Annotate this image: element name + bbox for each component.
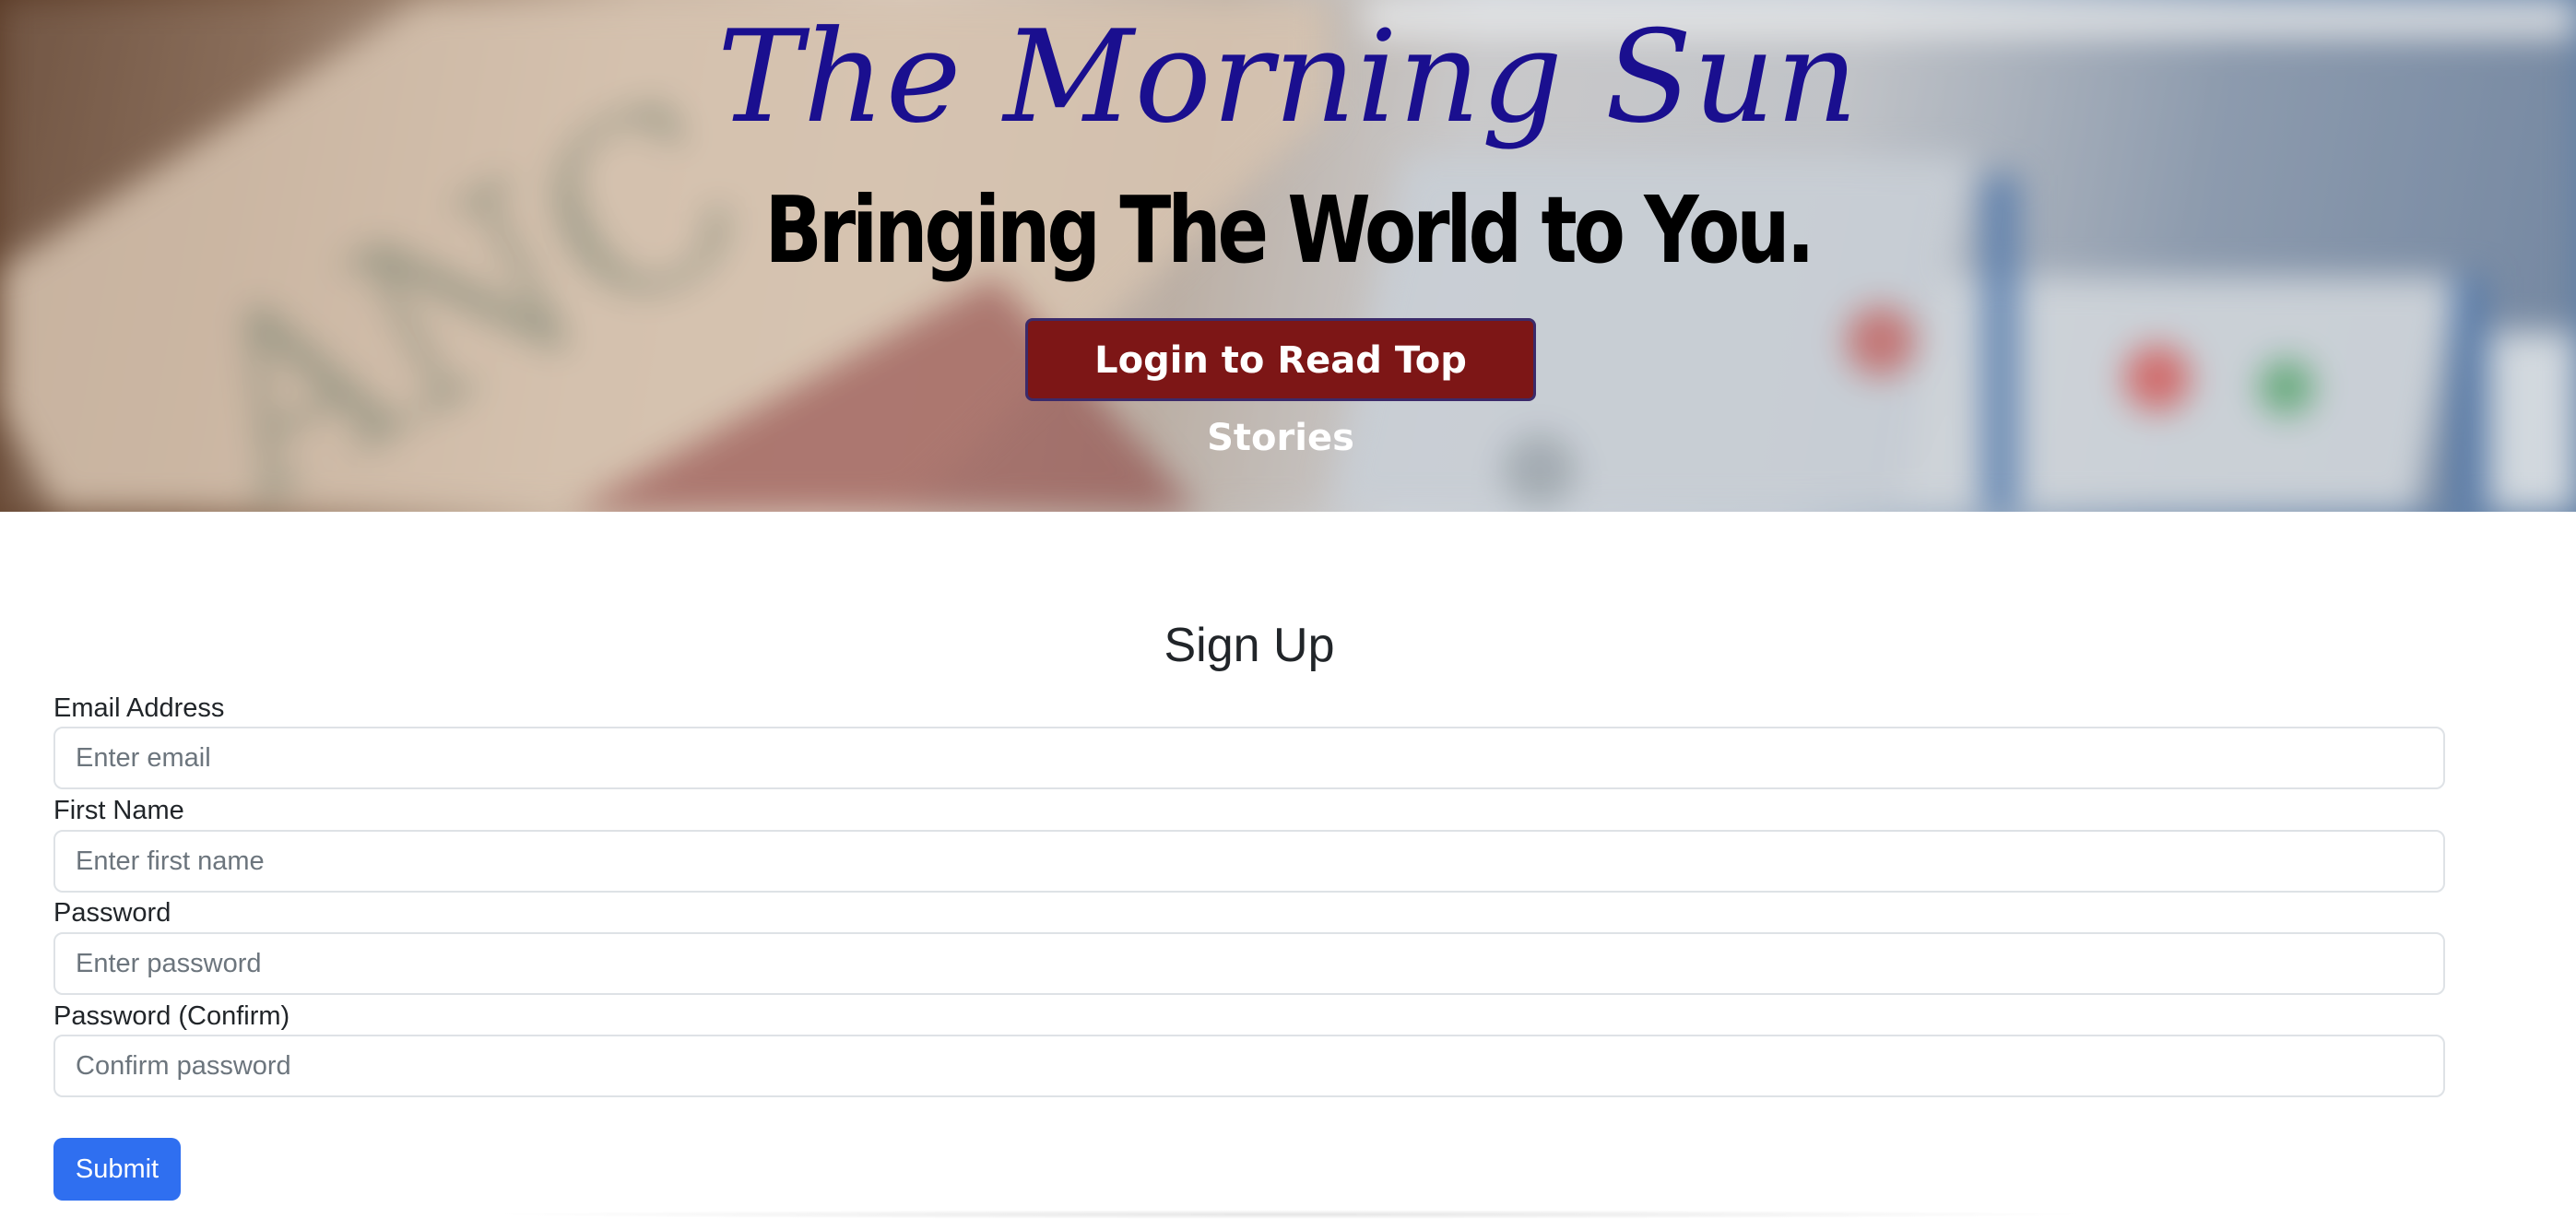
hero-tagline: Bringing The World to You. bbox=[764, 176, 1814, 284]
brand-title: The Morning Sun bbox=[716, 3, 1860, 151]
first-name-label: First Name bbox=[53, 796, 184, 825]
password-field[interactable] bbox=[53, 932, 2445, 995]
login-to-read-button[interactable]: Login to Read Top Stories bbox=[1025, 318, 1536, 459]
bottom-shadow bbox=[479, 1210, 2102, 1219]
password-label: Password bbox=[53, 898, 171, 928]
password-confirm-label: Password (Confirm) bbox=[53, 1001, 290, 1031]
signup-heading: Sign Up bbox=[1164, 619, 1335, 672]
submit-button[interactable]: Submit bbox=[53, 1138, 181, 1201]
first-name-field[interactable] bbox=[53, 830, 2445, 893]
hero-banner: ANC The Morning Sun Bringing The World t… bbox=[0, 0, 2576, 512]
email-field[interactable] bbox=[53, 727, 2445, 789]
password-confirm-field[interactable] bbox=[53, 1035, 2445, 1097]
email-label: Email Address bbox=[53, 693, 225, 723]
